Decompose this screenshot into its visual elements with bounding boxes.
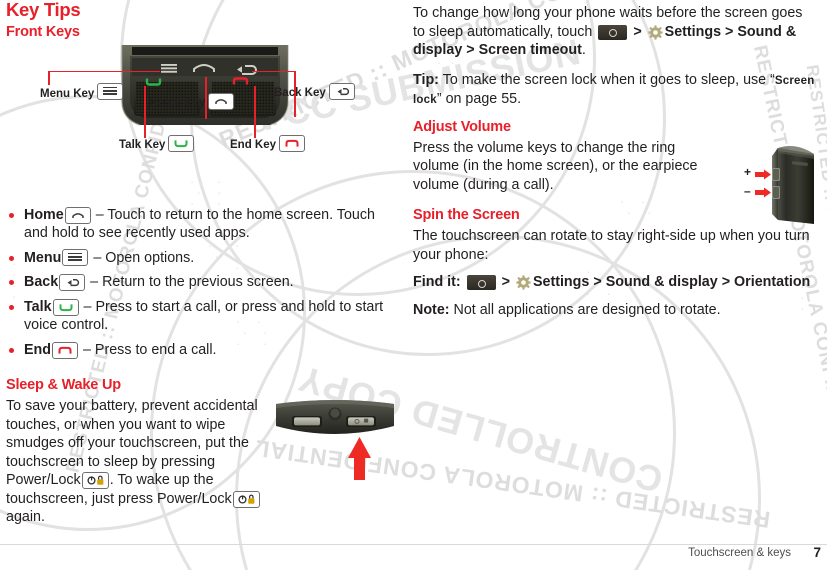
adjust-volume-section: Adjust Volume Press the volume keys to c… <box>413 118 791 195</box>
menu-key-icon <box>97 82 124 100</box>
bullet-term-home: Home <box>24 206 64 223</box>
bullet-term-end: End <box>24 341 52 358</box>
phone-top-view-figure <box>276 400 394 480</box>
back-key-icon <box>59 274 86 292</box>
path-separator: > <box>633 23 642 40</box>
figure-label-end-key-text: End Key <box>230 138 277 151</box>
list-item: Menu – Open options. <box>6 248 384 268</box>
app-launcher-icon[interactable] <box>598 24 628 40</box>
menu-key-icon <box>62 248 89 266</box>
path-separator: > <box>593 274 602 291</box>
find-it-paragraph: Find it: > Settings > Sound & display > … <box>413 273 819 292</box>
figure-label-talk-key-text: Talk Key <box>119 138 166 151</box>
sleep-wake-text-part3: again. <box>6 509 45 526</box>
path-separator: > <box>501 274 510 291</box>
home-key-icon <box>64 206 91 224</box>
footer-page-number: 7 <box>813 545 821 560</box>
bullet-text-end: – Press to end a call. <box>83 341 217 358</box>
path-separator: > <box>466 42 475 58</box>
footer-section-name: Touchscreen & keys <box>688 547 791 559</box>
tip-paragraph: Tip: To make the screen lock when it goe… <box>413 71 819 110</box>
quote-close: ” <box>436 91 442 107</box>
bullet-term-back: Back <box>24 274 59 291</box>
path-separator: > <box>721 274 731 291</box>
figure-label-home-key-text: Home Key <box>149 96 206 109</box>
callout-arrow-up <box>348 437 371 480</box>
back-key-icon <box>328 82 355 100</box>
end-key-icon <box>52 341 79 359</box>
front-keys-bullet-list: Home – Touch to return to the home scree… <box>6 206 384 360</box>
right-column: To change how long your phone waits befo… <box>413 0 814 328</box>
volume-down-marker: – <box>744 184 751 198</box>
settings-gear-icon <box>516 275 531 291</box>
tip-text: To make the screen lock when it goes to … <box>442 71 767 88</box>
talk-key-icon <box>52 298 79 316</box>
bullet-text-back: – Return to the previous screen. <box>90 274 294 291</box>
talk-key-icon <box>168 134 195 152</box>
note-text: Not all applications are designed to rot… <box>453 301 721 318</box>
period: . <box>581 42 586 58</box>
path-separator: > <box>725 23 734 40</box>
screen-timeout-paragraph: To change how long your phone waits befo… <box>413 4 813 60</box>
spin-screen-paragraph: The touchscreen can rotate to stay right… <box>413 228 810 263</box>
end-key-icon <box>279 134 306 152</box>
callout-arrow-volume-down <box>755 187 771 198</box>
settings-label: Settings <box>664 23 722 40</box>
app-launcher-icon[interactable] <box>466 275 496 291</box>
find-it-label: Find it: <box>413 274 461 291</box>
list-item: Back – Return to the previous screen. <box>6 273 384 292</box>
note-paragraph: Note: Not all applications are designed … <box>413 301 819 320</box>
settings-gear-icon <box>648 24 663 40</box>
orientation-label: Orientation <box>734 274 811 291</box>
settings-label: Settings <box>532 274 590 291</box>
power-lock-icon <box>232 490 260 508</box>
section-heading-adjust-volume: Adjust Volume <box>413 118 511 135</box>
section-heading-front-keys: Front Keys <box>6 24 80 41</box>
volume-up-marker: + <box>744 165 752 179</box>
tip-label: Tip: <box>413 71 439 88</box>
figure-label-talk-key: Talk Key <box>119 134 195 152</box>
bullet-term-menu: Menu <box>24 249 62 266</box>
section-heading-sleep-wake: Sleep & Wake Up <box>6 377 121 394</box>
tip-page-reference: on page 55. <box>445 91 522 107</box>
list-item: Talk – Press to start a call, or press a… <box>6 298 384 335</box>
figure-label-menu-key-text: Menu Key <box>40 87 95 100</box>
figure-label-menu-key: Menu Key <box>40 82 124 100</box>
leader-line-talk <box>144 85 146 138</box>
page-title: Key Tips <box>6 0 81 20</box>
figure-label-back-key: Back Key <box>274 82 356 100</box>
figure-label-back-key-text: Back Key <box>274 86 326 99</box>
power-lock-icon <box>81 472 109 490</box>
section-heading-spin-screen: Spin the Screen <box>413 207 520 224</box>
front-keys-figure: Menu Key Home Key Back Key Talk Key End … <box>6 44 384 200</box>
list-item: End – Press to end a call. <box>6 341 384 360</box>
sleep-wake-paragraph: To save your battery, prevent accidental… <box>6 397 278 527</box>
phone-side-view-figure: + – <box>744 142 827 230</box>
sound-display-label: Sound & display <box>605 274 718 291</box>
page-footer: Touchscreen & keys 7 <box>0 544 827 562</box>
figure-label-end-key: End Key <box>230 134 306 152</box>
leader-line-menu <box>48 70 160 73</box>
bullet-text-menu: – Open options. <box>93 249 195 266</box>
home-key-icon <box>208 92 235 110</box>
leader-line-end <box>254 85 256 138</box>
footer-divider <box>0 544 827 545</box>
leader-line-back <box>252 70 296 73</box>
adjust-volume-paragraph: Press the volume keys to change the ring… <box>413 139 698 193</box>
callout-arrow-volume-up <box>755 169 771 180</box>
note-label: Note: <box>413 301 450 318</box>
list-item: Home – Touch to return to the home scree… <box>6 206 384 243</box>
spin-screen-section: Spin the Screen The touchscreen can rota… <box>413 207 810 319</box>
figure-label-home-key: Home Key <box>149 92 235 110</box>
screen-timeout-label: Screen timeout <box>478 42 582 58</box>
bullet-term-talk: Talk <box>24 298 52 315</box>
